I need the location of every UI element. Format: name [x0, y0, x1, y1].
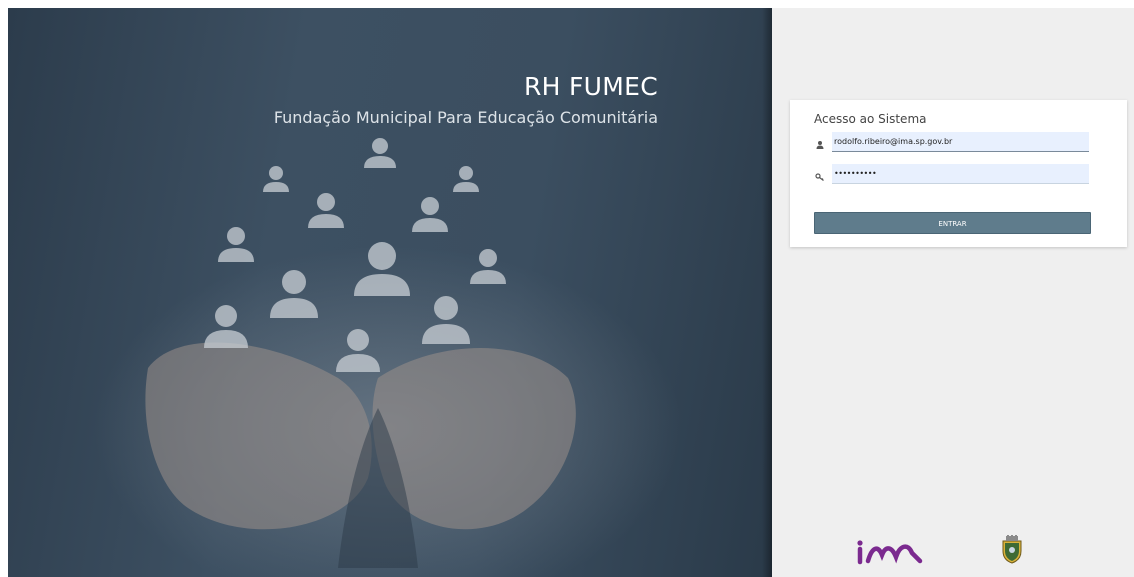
- hero-subtitle: Fundação Municipal Para Educação Comunit…: [273, 108, 658, 127]
- ima-logo: [856, 539, 932, 565]
- page-frame: RH FUMEC Fundação Municipal Para Educaçã…: [8, 8, 1134, 577]
- key-icon: [814, 168, 826, 181]
- hero-panel: RH FUMEC Fundação Municipal Para Educaçã…: [8, 8, 772, 577]
- login-side-panel: Acesso ao Sistema rodolfo.ribeiro@ima.sp…: [772, 8, 1134, 577]
- enter-button[interactable]: ENTRAR: [814, 212, 1091, 234]
- login-card: Acesso ao Sistema rodolfo.ribeiro@ima.sp…: [790, 100, 1127, 247]
- people-icons: [204, 138, 506, 372]
- email-row: rodolfo.ribeiro@ima.sp.gov.br: [814, 132, 1091, 154]
- email-field[interactable]: rodolfo.ribeiro@ima.sp.gov.br: [832, 132, 1089, 152]
- hero-title: RH FUMEC: [523, 72, 658, 101]
- password-row: ••••••••••: [814, 164, 1091, 186]
- password-field[interactable]: ••••••••••: [832, 164, 1089, 184]
- card-title: Acesso ao Sistema: [814, 112, 927, 126]
- municipal-crest-icon: [1000, 535, 1024, 569]
- user-icon: [814, 136, 826, 149]
- hero-edge-shadow: [762, 8, 772, 577]
